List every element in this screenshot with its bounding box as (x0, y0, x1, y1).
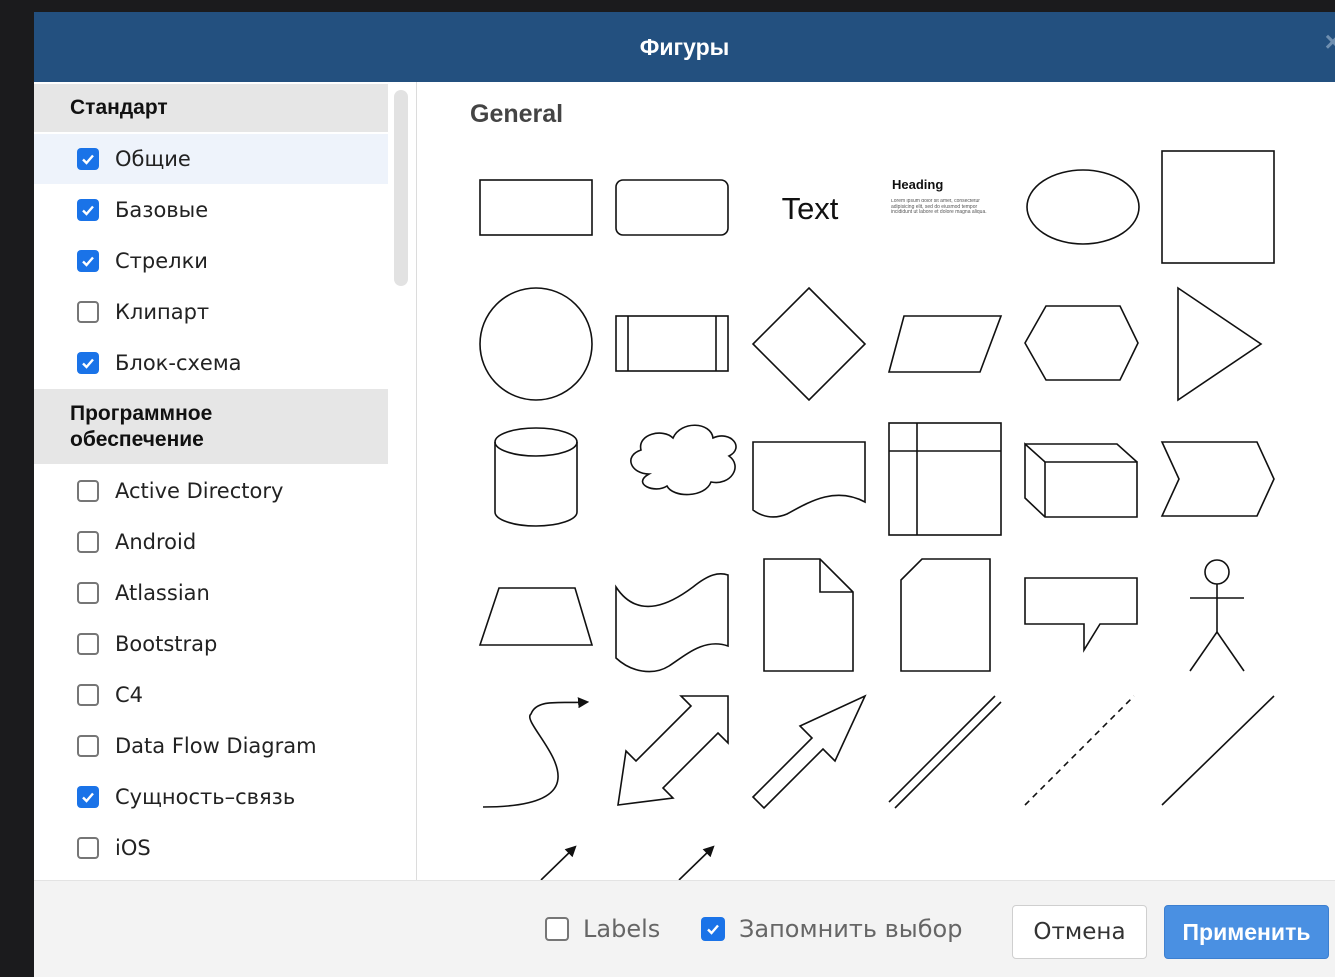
library-item-data-flow-diagram[interactable]: Data Flow Diagram (34, 721, 388, 771)
cylinder-shape[interactable] (494, 427, 578, 527)
labels-checkbox-label: Labels (583, 915, 661, 943)
checkbox-checked[interactable] (77, 786, 99, 808)
cloud-shape[interactable] (630, 424, 737, 496)
step-shape[interactable] (1160, 441, 1275, 517)
library-item-active-directory[interactable]: Active Directory (34, 466, 388, 516)
diamond-shape[interactable] (751, 286, 867, 402)
callout-shape[interactable] (1024, 577, 1138, 653)
single-arrow-shape[interactable] (751, 694, 867, 810)
hexagon-shape[interactable] (1024, 305, 1139, 381)
library-item-label: Bootstrap (115, 632, 218, 656)
circle-shape[interactable] (479, 287, 593, 401)
library-item-atlassian[interactable]: Atlassian (34, 568, 388, 618)
cube-shape[interactable] (1024, 442, 1138, 518)
library-item-label: Atlassian (115, 581, 210, 605)
cancel-button[interactable]: Отмена (1012, 905, 1147, 959)
checkbox-checked[interactable] (77, 352, 99, 374)
checkbox-unchecked[interactable] (77, 582, 99, 604)
connector-arrow-shape[interactable] (678, 845, 715, 880)
library-item-label: Общие (115, 147, 191, 171)
library-item-ios[interactable]: iOS (34, 823, 388, 873)
library-item-android[interactable]: Android (34, 517, 388, 567)
dashed-line-shape[interactable] (1024, 695, 1135, 806)
checkbox-unchecked[interactable] (545, 917, 569, 941)
dialog-titlebar: Фигуры × (34, 12, 1335, 82)
double-arrow-shape[interactable] (617, 695, 729, 806)
checkbox-unchecked[interactable] (77, 684, 99, 706)
internal-storage-shape[interactable] (888, 422, 1002, 536)
note-shape[interactable] (763, 558, 854, 672)
library-item-label: Android (115, 530, 197, 554)
checkbox-checked[interactable] (701, 917, 725, 941)
connector-arrow-shape[interactable] (540, 845, 577, 880)
line-shape[interactable] (1161, 695, 1275, 806)
checkbox-unchecked[interactable] (77, 735, 99, 757)
shapes-grid: Text Heading Lorem ipsum dolor sit amet,… (478, 150, 1275, 880)
library-item-label: Data Flow Diagram (115, 734, 317, 758)
parallelogram-shape[interactable] (887, 315, 1003, 373)
shapes-dialog: Фигуры × Стандарт Общие Базовые Стрелки … (34, 12, 1335, 977)
library-item-label: iOS (115, 836, 151, 860)
sidebar-scrollbar[interactable] (394, 90, 408, 286)
library-list[interactable]: Стандарт Общие Базовые Стрелки Клипарт Б… (34, 82, 417, 880)
trapezoid-shape[interactable] (478, 587, 594, 646)
library-item-entity-relation[interactable]: Сущность–связь (34, 772, 388, 822)
tape-shape[interactable] (615, 572, 729, 673)
link-shape[interactable] (888, 695, 1002, 809)
card-shape[interactable] (900, 558, 991, 672)
checkbox-checked[interactable] (77, 199, 99, 221)
heading-shape-body: Lorem ipsum dolor sit amet, consectetur … (891, 199, 987, 216)
heading-shape[interactable]: Heading Lorem ipsum dolor sit amet, cons… (891, 177, 999, 239)
library-item-label: Active Directory (115, 479, 284, 503)
library-item-bootstrap[interactable]: Bootstrap (34, 619, 388, 669)
library-item-label: C4 (115, 683, 144, 707)
group-header-standard: Стандарт (34, 84, 388, 132)
library-item-c4[interactable]: C4 (34, 670, 388, 720)
text-shape[interactable]: Text (782, 191, 839, 226)
library-item-label: Блок-схема (115, 351, 242, 375)
checkbox-unchecked[interactable] (77, 837, 99, 859)
group-header-label: Стандарт (70, 96, 168, 119)
remember-choice-label: Запомнить выбор (739, 915, 963, 943)
checkbox-unchecked[interactable] (77, 301, 99, 323)
group-header-software: Программное обеспечение (34, 389, 388, 464)
library-item-flowchart[interactable]: Блок-схема (34, 338, 388, 388)
library-item-general[interactable]: Общие (34, 134, 388, 184)
library-item-label: Сущность–связь (115, 785, 296, 809)
checkbox-unchecked[interactable] (77, 531, 99, 553)
curved-arrow-shape[interactable] (482, 697, 590, 808)
library-item-label: Базовые (115, 198, 209, 222)
triangle-shape[interactable] (1177, 286, 1263, 402)
checkbox-checked[interactable] (77, 148, 99, 170)
close-icon[interactable]: × (1325, 28, 1335, 56)
rounded-rectangle-shape[interactable] (615, 179, 729, 236)
dialog-footer: Labels Запомнить выбор Отмена Применить (34, 880, 1335, 977)
apply-button[interactable]: Применить (1164, 905, 1329, 959)
shapes-preview: General Text Heading Lorem ipsum dolor s… (417, 82, 1335, 880)
rectangle-shape[interactable] (479, 179, 593, 236)
library-item-clipart[interactable]: Клипарт (34, 287, 388, 337)
library-item-basic[interactable]: Базовые (34, 185, 388, 235)
square-shape[interactable] (1161, 150, 1275, 264)
library-item-label: Клипарт (115, 300, 210, 324)
checkbox-unchecked[interactable] (77, 633, 99, 655)
dialog-title: Фигуры (639, 33, 730, 60)
group-header-label: Программное обеспечение (70, 402, 213, 451)
document-shape[interactable] (752, 441, 866, 518)
heading-shape-title: Heading (892, 177, 943, 192)
library-item-arrows[interactable]: Стрелки (34, 236, 388, 286)
labels-checkbox[interactable]: Labels (545, 915, 660, 943)
ellipse-shape[interactable] (1026, 169, 1140, 245)
library-item-label: Стрелки (115, 249, 208, 273)
checkbox-unchecked[interactable] (77, 480, 99, 502)
checkbox-checked[interactable] (77, 250, 99, 272)
actor-shape[interactable] (1189, 559, 1245, 672)
process-shape[interactable] (615, 315, 729, 372)
remember-choice-checkbox[interactable]: Запомнить выбор (701, 915, 962, 943)
